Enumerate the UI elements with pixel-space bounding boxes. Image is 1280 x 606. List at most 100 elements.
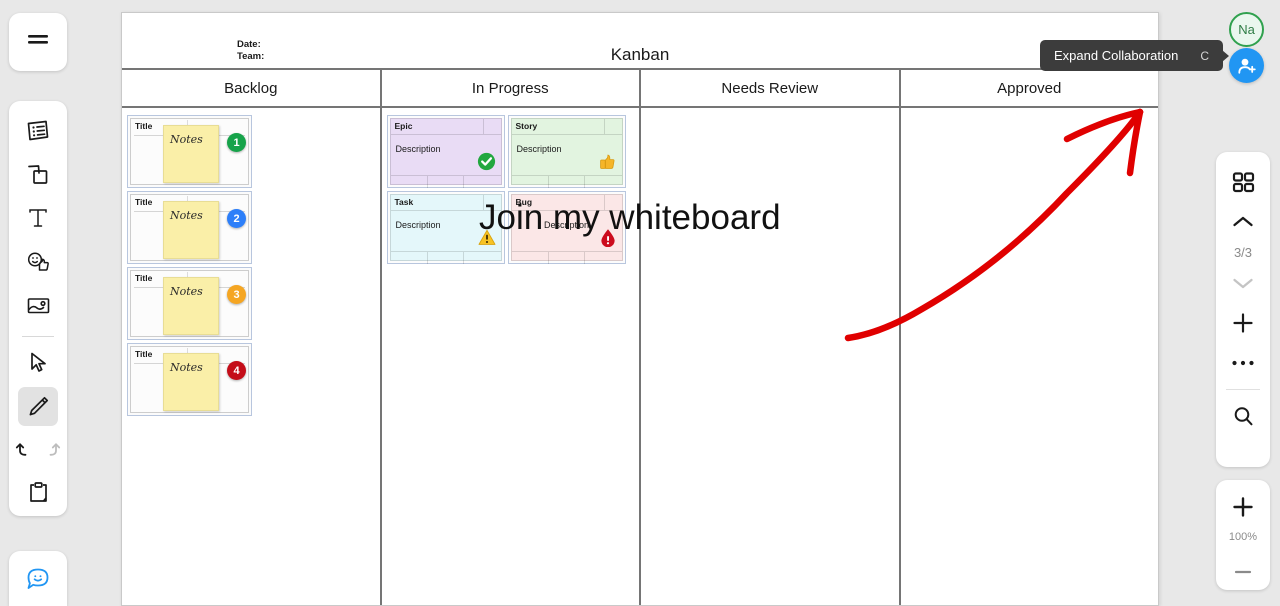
column-body-in-progress[interactable]: Epic Description Story Description Task … bbox=[382, 108, 640, 271]
sticky-note[interactable]: Notes bbox=[163, 277, 219, 335]
zoom-in-button[interactable] bbox=[1223, 488, 1263, 525]
column-in-progress: In Progress Epic Description Story Descr… bbox=[381, 70, 641, 605]
sticky-note-text: Notes bbox=[170, 209, 203, 222]
type-card-body: Description bbox=[395, 220, 441, 230]
menu-button[interactable] bbox=[9, 13, 67, 71]
text-tool[interactable] bbox=[18, 199, 58, 239]
zoom-panel: 100% bbox=[1216, 480, 1270, 590]
column-approved: Approved bbox=[900, 70, 1159, 605]
chevron-up-icon bbox=[1232, 215, 1254, 229]
avatar-initials: Na bbox=[1238, 22, 1255, 37]
invite-collaborator-button[interactable] bbox=[1229, 48, 1264, 83]
avatar[interactable]: Na bbox=[1229, 12, 1264, 47]
column-header-approved: Approved bbox=[900, 70, 1158, 108]
reactions-tool[interactable] bbox=[18, 242, 58, 282]
select-tool[interactable] bbox=[18, 343, 58, 383]
chat-button[interactable] bbox=[9, 551, 67, 606]
frames-panel: 3/3 bbox=[1216, 152, 1270, 467]
templates-tool[interactable] bbox=[18, 111, 58, 151]
sticky-note-text: Notes bbox=[170, 361, 203, 374]
type-card-label: Story bbox=[515, 121, 538, 131]
board-header: Date: Team: Kanban bbox=[122, 13, 1158, 70]
type-card-body: Description bbox=[395, 144, 441, 154]
column-body-approved[interactable] bbox=[901, 108, 1159, 122]
note-card-title: Title bbox=[135, 349, 153, 359]
note-card-title: Title bbox=[135, 121, 153, 131]
whiteboard-canvas[interactable]: Date: Team: Kanban Backlog Title Notes 1 bbox=[121, 12, 1159, 606]
column-needs-review: Needs Review bbox=[641, 70, 901, 605]
alert-drop-icon bbox=[598, 227, 618, 247]
next-frame-button[interactable] bbox=[1223, 263, 1263, 303]
templates-icon bbox=[25, 118, 51, 144]
type-card-label: Task bbox=[394, 197, 414, 207]
panel-divider bbox=[1226, 389, 1260, 390]
undo-redo-group bbox=[12, 430, 64, 470]
type-card-story[interactable]: Story Description bbox=[507, 115, 626, 188]
frames-grid-button[interactable] bbox=[1223, 162, 1263, 202]
grid-icon bbox=[1231, 170, 1256, 195]
note-card[interactable]: Title Notes 4 bbox=[127, 343, 252, 416]
clipboard-icon bbox=[26, 480, 51, 505]
redo-button[interactable] bbox=[38, 430, 64, 470]
minus-icon bbox=[1232, 569, 1254, 575]
prev-frame-button[interactable] bbox=[1223, 202, 1263, 242]
ellipsis-icon bbox=[1231, 359, 1255, 367]
column-body-backlog[interactable]: Title Notes 1 Title Notes 2 Title Notes … bbox=[122, 108, 380, 423]
cursor-icon bbox=[26, 350, 51, 375]
shapes-tool[interactable] bbox=[18, 155, 58, 195]
board-title: Kanban bbox=[610, 45, 670, 64]
type-card-label: Epic bbox=[394, 121, 413, 131]
clipboard-tool[interactable] bbox=[18, 472, 58, 512]
column-header-needs-review: Needs Review bbox=[641, 70, 899, 108]
status-badge: 4 bbox=[227, 361, 246, 380]
note-card-title: Title bbox=[135, 197, 153, 207]
status-badge: 1 bbox=[227, 133, 246, 152]
note-card[interactable]: Title Notes 1 bbox=[127, 115, 252, 188]
tooltip-shortcut: C bbox=[1200, 48, 1209, 63]
search-icon bbox=[1232, 405, 1255, 428]
add-frame-button[interactable] bbox=[1223, 303, 1263, 343]
chat-bubble-icon bbox=[23, 564, 53, 594]
handwritten-annotation-text: Join my whiteboard bbox=[479, 198, 781, 237]
column-header-backlog: Backlog bbox=[122, 70, 380, 108]
plus-icon bbox=[1232, 312, 1254, 334]
pen-tool[interactable] bbox=[18, 386, 58, 427]
column-backlog: Backlog Title Notes 1 Title Notes 2 Titl… bbox=[122, 70, 382, 605]
note-card-title: Title bbox=[135, 273, 153, 283]
left-toolbar bbox=[9, 101, 67, 516]
plus-icon bbox=[1232, 496, 1254, 518]
tooltip-text: Expand Collaboration bbox=[1054, 48, 1179, 63]
sticky-note-text: Notes bbox=[170, 285, 203, 298]
image-icon bbox=[25, 292, 52, 319]
text-icon bbox=[25, 205, 51, 231]
search-button[interactable] bbox=[1223, 396, 1263, 436]
type-card-body: Description bbox=[516, 144, 562, 154]
sticky-note[interactable]: Notes bbox=[163, 353, 219, 411]
redo-icon bbox=[41, 440, 61, 460]
reactions-icon bbox=[25, 249, 52, 276]
type-card-epic[interactable]: Epic Description bbox=[386, 115, 505, 188]
kanban-columns: Backlog Title Notes 1 Title Notes 2 Titl… bbox=[122, 70, 1159, 605]
undo-icon bbox=[15, 440, 35, 460]
column-body-needs-review[interactable] bbox=[641, 108, 899, 122]
frame-counter: 3/3 bbox=[1233, 245, 1253, 260]
shapes-icon bbox=[25, 162, 51, 188]
collaboration-tooltip: Expand Collaboration C bbox=[1040, 40, 1229, 71]
check-circle-icon bbox=[477, 151, 497, 171]
add-person-icon bbox=[1236, 55, 1258, 77]
image-tool[interactable] bbox=[18, 286, 58, 326]
pencil-icon bbox=[26, 394, 51, 419]
thumbs-up-icon bbox=[598, 151, 618, 171]
sticky-note[interactable]: Notes bbox=[163, 125, 219, 183]
warning-icon bbox=[477, 227, 497, 247]
status-badge: 2 bbox=[227, 209, 246, 228]
hamburger-icon bbox=[26, 33, 50, 51]
note-card[interactable]: Title Notes 3 bbox=[127, 267, 252, 340]
status-badge: 3 bbox=[227, 285, 246, 304]
zoom-level: 100% bbox=[1228, 531, 1258, 543]
zoom-out-button[interactable] bbox=[1223, 553, 1263, 590]
sticky-note[interactable]: Notes bbox=[163, 201, 219, 259]
undo-button[interactable] bbox=[12, 430, 38, 470]
note-card[interactable]: Title Notes 2 bbox=[127, 191, 252, 264]
more-options-button[interactable] bbox=[1223, 343, 1263, 383]
